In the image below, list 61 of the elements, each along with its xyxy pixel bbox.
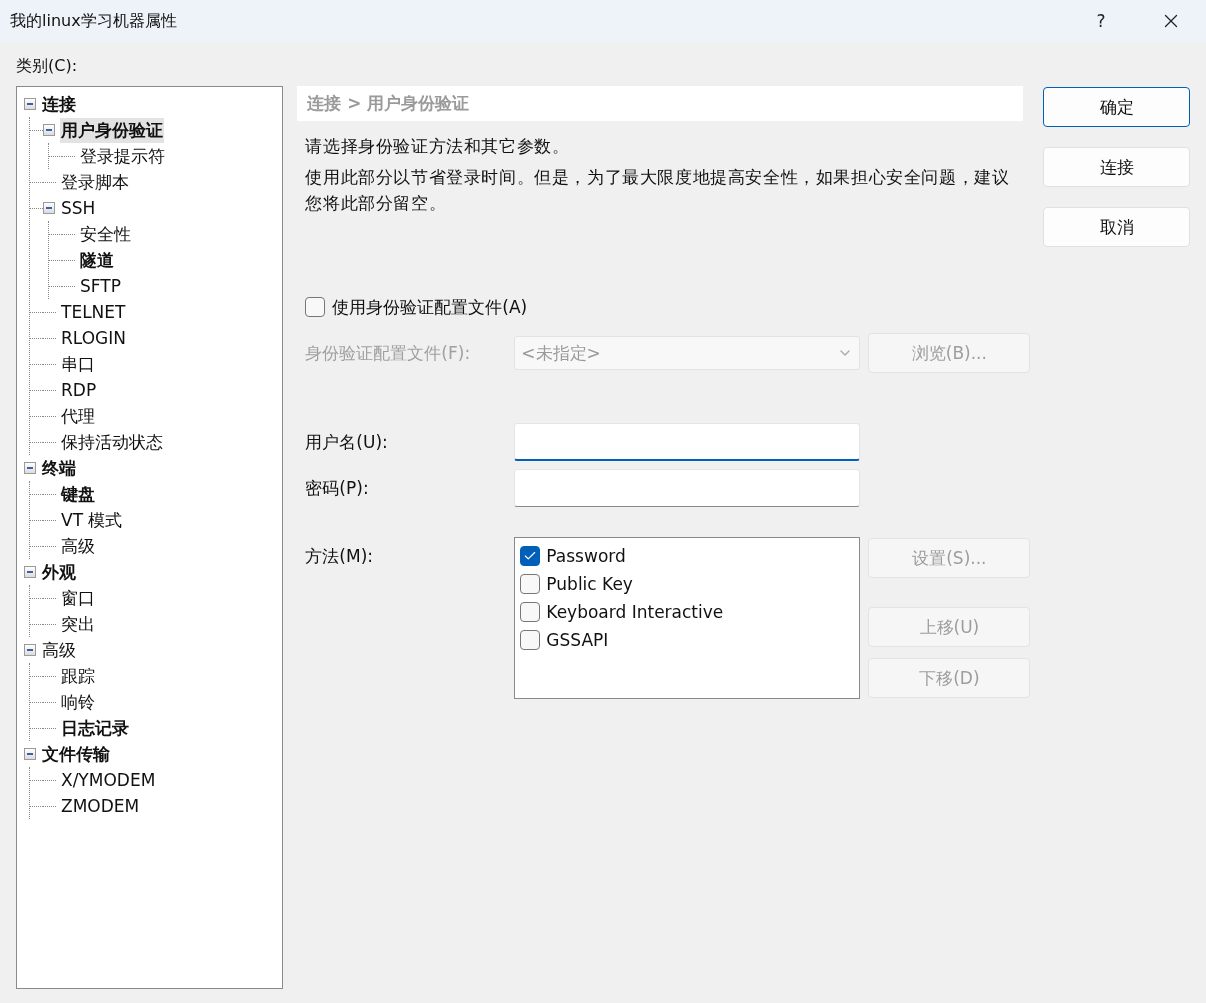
tree-item[interactable]: 响铃 bbox=[60, 689, 96, 715]
collapse-toggle-icon[interactable] bbox=[24, 98, 36, 110]
tree-item[interactable]: 用户身份验证 bbox=[60, 117, 164, 143]
tree-item[interactable]: SFTP bbox=[79, 275, 122, 297]
tree-item[interactable]: 保持活动状态 bbox=[60, 429, 164, 455]
checkbox-label: 使用身份验证配置文件(A) bbox=[332, 295, 528, 319]
collapse-toggle-icon[interactable] bbox=[24, 644, 36, 656]
tree-item[interactable]: X/YMODEM bbox=[60, 769, 157, 791]
collapse-toggle-icon[interactable] bbox=[24, 566, 36, 578]
method-item[interactable]: Keyboard Interactive bbox=[546, 602, 724, 622]
breadcrumb: 连接 > 用户身份验证 bbox=[297, 86, 1024, 121]
tree-item[interactable]: 突出 bbox=[60, 611, 96, 637]
collapse-toggle-icon[interactable] bbox=[24, 462, 36, 474]
field-label: 方法(M): bbox=[305, 545, 375, 568]
checkbox-icon[interactable] bbox=[520, 574, 541, 594]
dialog-button[interactable]: 确定 bbox=[1043, 87, 1190, 127]
tree-item[interactable]: VT 模式 bbox=[60, 507, 124, 533]
checkbox-icon[interactable] bbox=[520, 630, 541, 650]
tree-item[interactable]: TELNET bbox=[60, 301, 127, 323]
password-field[interactable] bbox=[514, 469, 861, 507]
collapse-toggle-icon[interactable] bbox=[43, 202, 55, 214]
help-button[interactable]: ? bbox=[1066, 2, 1136, 40]
username-field[interactable] bbox=[514, 423, 861, 461]
dialog-button[interactable]: 连接 bbox=[1043, 147, 1190, 187]
tree-item[interactable]: 隧道 bbox=[79, 247, 115, 273]
tree-item[interactable]: 高级 bbox=[60, 533, 96, 559]
dialog-button[interactable]: 取消 bbox=[1043, 207, 1190, 247]
tree-item[interactable]: 日志记录 bbox=[60, 715, 130, 741]
description-text: 请选择身份验证方法和其它参数。 bbox=[304, 135, 571, 158]
tree-item[interactable]: 登录脚本 bbox=[60, 169, 130, 195]
category-label: 类别(C): bbox=[16, 55, 79, 77]
checkbox-icon[interactable] bbox=[305, 297, 326, 317]
tree-item[interactable]: 窗口 bbox=[60, 585, 96, 611]
method-item[interactable]: Public Key bbox=[546, 574, 633, 594]
tree-item[interactable]: 串口 bbox=[60, 351, 96, 377]
tree-item[interactable]: 代理 bbox=[60, 403, 96, 429]
tree-item[interactable]: 跟踪 bbox=[60, 663, 96, 689]
tree-item[interactable]: 键盘 bbox=[60, 481, 96, 507]
description-text: 使用此部分以节省登录时间。但是，为了最大限度地提高安全性，如果担心安全问题，建议您将此部分留空。 bbox=[304, 166, 1011, 215]
checkbox-icon[interactable] bbox=[520, 546, 541, 566]
collapse-toggle-icon[interactable] bbox=[24, 748, 36, 760]
tree-item[interactable]: 连接 bbox=[41, 91, 77, 117]
window-title: 我的linux学习机器属性 bbox=[10, 10, 178, 32]
collapse-toggle-icon[interactable] bbox=[43, 124, 55, 136]
tree-item[interactable]: 外观 bbox=[41, 559, 77, 585]
tree-item[interactable]: SSH bbox=[60, 197, 97, 219]
tree-item[interactable]: 终端 bbox=[41, 455, 77, 481]
field-label: 身份验证配置文件(F): bbox=[305, 341, 472, 365]
method-item[interactable]: Password bbox=[546, 546, 626, 566]
field-label: 用户名(U): bbox=[305, 430, 389, 454]
tree-item[interactable]: RLOGIN bbox=[60, 327, 127, 349]
use-profile-checkbox[interactable]: 使用身份验证配置文件(A) bbox=[297, 293, 1024, 321]
tree-item[interactable]: ZMODEM bbox=[60, 795, 141, 817]
tree-item[interactable]: 登录提示符 bbox=[79, 143, 166, 169]
tree-item[interactable]: 安全性 bbox=[79, 221, 132, 247]
checkbox-icon[interactable] bbox=[520, 602, 541, 622]
tree-item[interactable]: RDP bbox=[60, 379, 98, 401]
method-item[interactable]: GSSAPI bbox=[546, 630, 609, 650]
tree-item[interactable]: 文件传输 bbox=[41, 741, 111, 767]
tree-item[interactable]: 高级 bbox=[41, 637, 77, 663]
field-label: 密码(P): bbox=[305, 476, 370, 500]
